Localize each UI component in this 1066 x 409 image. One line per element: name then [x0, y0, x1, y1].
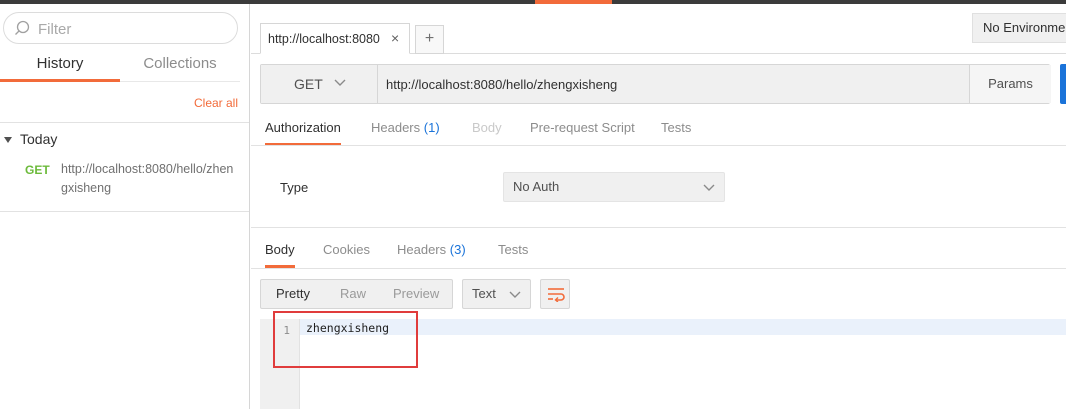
divider [251, 227, 1066, 228]
request-tab[interactable]: http://localhost:8080 × [260, 23, 410, 54]
tab-response-body[interactable]: Body [265, 236, 295, 268]
request-tabs: Authorization Headers (1) Body Pre-reque… [251, 114, 1066, 146]
request-tab-label: http://localhost:8080 [268, 32, 380, 46]
sidebar: History Collections Clear all Today GET … [0, 4, 250, 409]
wrap-lines-icon [548, 288, 565, 302]
wrap-lines-button[interactable] [540, 279, 570, 309]
pretty-button[interactable]: Pretty [276, 280, 310, 308]
tab-authorization[interactable]: Authorization [265, 114, 341, 146]
history-url: http://localhost:8080/hello/zhengxisheng [61, 162, 234, 195]
history-method: GET [25, 163, 50, 177]
tab-label: Headers [371, 120, 421, 135]
annotation-highlight-box [273, 311, 418, 368]
divider [251, 268, 1066, 269]
history-group-today[interactable]: Today [4, 131, 57, 147]
clear-all-link[interactable]: Clear all [194, 96, 238, 110]
caret-down-icon [4, 137, 12, 144]
chevron-down-icon [509, 291, 521, 298]
auth-type-value: No Auth [513, 179, 560, 194]
headers-count-badge: (1) [423, 120, 440, 135]
history-item[interactable]: GET http://localhost:8080/hello/zhengxis… [0, 154, 249, 211]
auth-type-select[interactable]: No Auth [503, 172, 725, 202]
raw-button[interactable]: Raw [340, 280, 366, 308]
tab-tests[interactable]: Tests [661, 114, 691, 146]
chevron-down-icon [334, 79, 346, 86]
url-bar: GET Params [260, 64, 1051, 104]
tab-label: Authorization [265, 120, 341, 135]
main-panel: http://localhost:8080 × + No Environment… [251, 4, 1066, 409]
params-button[interactable]: Params [969, 65, 1051, 103]
method-label: GET [294, 76, 323, 92]
response-tabs: Body Cookies Headers (3) Tests [251, 236, 1066, 268]
add-tab-button[interactable]: + [415, 25, 444, 54]
tab-history[interactable]: History [0, 50, 120, 82]
url-input[interactable] [378, 65, 969, 103]
filter-box [3, 12, 238, 44]
response-headers-count-badge: (3) [449, 242, 466, 257]
divider [0, 211, 249, 212]
preview-button[interactable]: Preview [393, 280, 439, 308]
chevron-down-icon [703, 184, 715, 191]
divider [251, 145, 1066, 146]
close-icon[interactable]: × [391, 30, 399, 46]
sidebar-tabs: History Collections [0, 50, 240, 82]
view-mode-group: Pretty Raw Preview [260, 279, 453, 309]
send-button[interactable] [1060, 64, 1066, 104]
tab-response-headers[interactable]: Headers (3) [397, 236, 466, 268]
group-label: Today [20, 131, 58, 147]
format-select[interactable]: Text [462, 279, 531, 309]
tab-underline [120, 81, 240, 82]
filter-input[interactable] [38, 19, 228, 39]
format-value: Text [472, 286, 496, 301]
search-icon [15, 20, 30, 35]
tab-label: Headers [397, 242, 447, 257]
divider [0, 122, 249, 123]
environment-select[interactable]: No Environment [972, 13, 1066, 43]
tab-collections[interactable]: Collections [120, 50, 240, 82]
tab-response-tests[interactable]: Tests [498, 236, 528, 268]
auth-type-label: Type [280, 180, 309, 195]
tab-body[interactable]: Body [472, 114, 502, 146]
method-select[interactable]: GET [261, 65, 378, 103]
tab-headers[interactable]: Headers (1) [371, 114, 440, 146]
tab-cookies[interactable]: Cookies [323, 236, 370, 268]
tab-pre-request-script[interactable]: Pre-request Script [530, 114, 635, 146]
